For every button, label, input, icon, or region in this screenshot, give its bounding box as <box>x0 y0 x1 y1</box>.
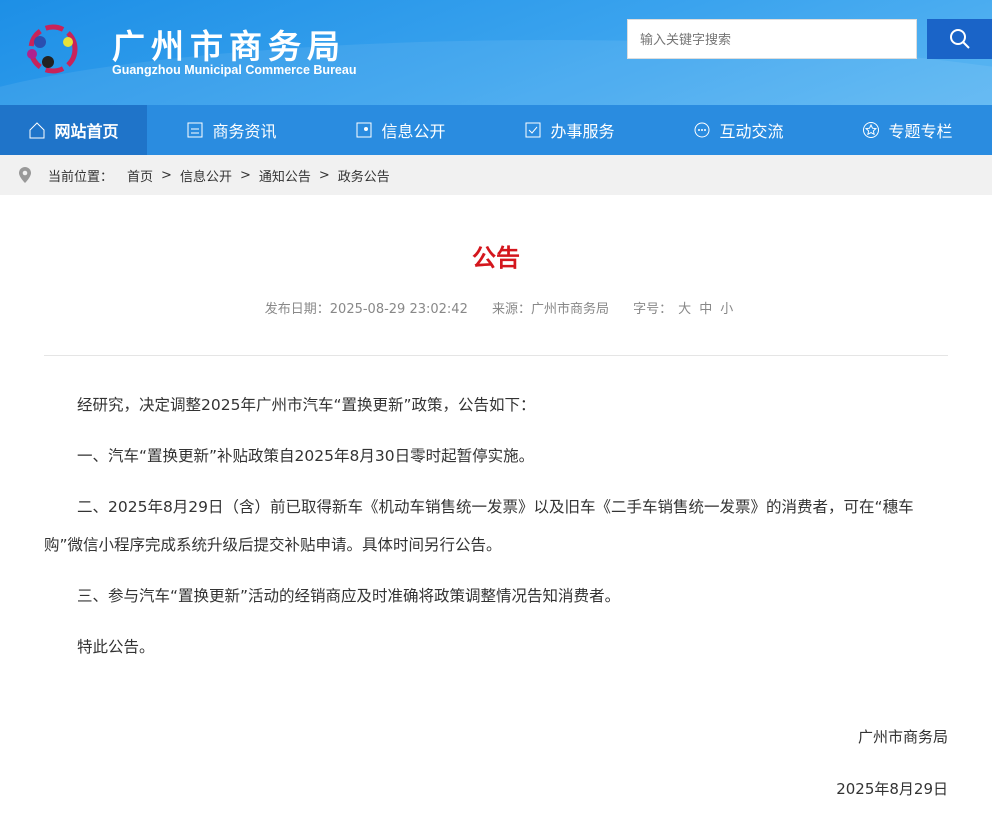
divider <box>44 355 948 356</box>
breadcrumb-gov-notices[interactable]: 政务公告 <box>338 166 390 185</box>
star-icon <box>863 122 880 138</box>
nav-interact[interactable]: 互动交流 <box>654 105 823 155</box>
breadcrumb-prefix: 当前位置： <box>48 169 114 185</box>
paragraph: 二、2025年8月29日（含）前已取得新车《机动车销售统一发票》以及旧车《二手车… <box>44 498 914 554</box>
nav-label: 专题专栏 <box>888 122 953 141</box>
nav-news[interactable]: 商务资讯 <box>147 105 316 155</box>
font-size-medium[interactable]: 中 <box>699 302 712 317</box>
site-title: 广州市商务局 <box>112 27 346 66</box>
search-button[interactable] <box>927 19 992 59</box>
nav-topics[interactable]: 专题专栏 <box>823 105 992 155</box>
article-source: 来源：广州市商务局 <box>492 302 610 317</box>
article-title: 公告 <box>472 244 520 272</box>
breadcrumb-separator: > <box>239 167 251 183</box>
publish-date: 发布日期：2025-08-29 23:02:42 <box>264 302 468 317</box>
nav-home[interactable]: 网站首页 <box>0 105 147 155</box>
chat-icon <box>694 122 710 138</box>
home-icon <box>29 122 45 139</box>
nav-info[interactable]: 信息公开 <box>316 105 485 155</box>
font-size-large[interactable]: 大 <box>678 302 691 317</box>
breadcrumb-separator: > <box>318 167 330 183</box>
nav-label: 信息公开 <box>381 122 446 141</box>
nav-label: 互动交流 <box>719 122 784 141</box>
nav-label: 办事服务 <box>550 122 615 141</box>
font-size-small[interactable]: 小 <box>720 302 733 317</box>
paragraph: 特此公告。 <box>77 638 155 656</box>
news-icon <box>187 122 203 138</box>
breadcrumb-separator: > <box>161 167 172 183</box>
info-icon <box>356 122 372 138</box>
breadcrumb-notices[interactable]: 通知公告 <box>259 166 311 185</box>
sign-date: 2025年8月29日 <box>836 780 948 798</box>
nav-label: 商务资讯 <box>212 122 277 141</box>
breadcrumb-home[interactable]: 首页 <box>127 166 153 185</box>
site-header: 广州市商务局 Guangzhou Municipal Commerce Bure… <box>0 0 992 105</box>
paragraph: 三、参与汽车“置换更新”活动的经销商应及时准确将政策调整情况告知消费者。 <box>77 587 621 605</box>
article-body: 经研究，决定调整2025年广州市汽车“置换更新”政策，公告如下： 一、汽车“置换… <box>0 386 992 666</box>
nav-services[interactable]: 办事服务 <box>485 105 654 155</box>
breadcrumb: 当前位置： 首页 > 信息公开 > 通知公告 > 政务公告 <box>0 155 992 195</box>
location-pin-icon <box>19 167 31 183</box>
nav-label: 网站首页 <box>54 122 119 141</box>
article-meta: 发布日期：2025-08-29 23:02:42 来源：广州市商务局 字号： 大中… <box>0 298 992 317</box>
font-size-label: 字号： <box>633 302 673 317</box>
search-icon <box>949 29 970 49</box>
bureau-logo-icon[interactable] <box>18 22 88 76</box>
paragraph: 经研究，决定调整2025年广州市汽车“置换更新”政策，公告如下： <box>77 396 536 414</box>
main-nav: 网站首页 商务资讯 信息公开 办事服务 互动交流 专题专栏 <box>0 105 992 155</box>
search-input[interactable] <box>627 19 917 59</box>
checkbox-icon <box>525 122 541 138</box>
breadcrumb-info[interactable]: 信息公开 <box>180 166 232 185</box>
paragraph: 一、汽车“置换更新”补贴政策自2025年8月30日零时起暂停实施。 <box>77 447 535 465</box>
signature: 广州市商务局 <box>857 728 948 746</box>
site-subtitle: Guangzhou Municipal Commerce Bureau <box>112 63 357 77</box>
